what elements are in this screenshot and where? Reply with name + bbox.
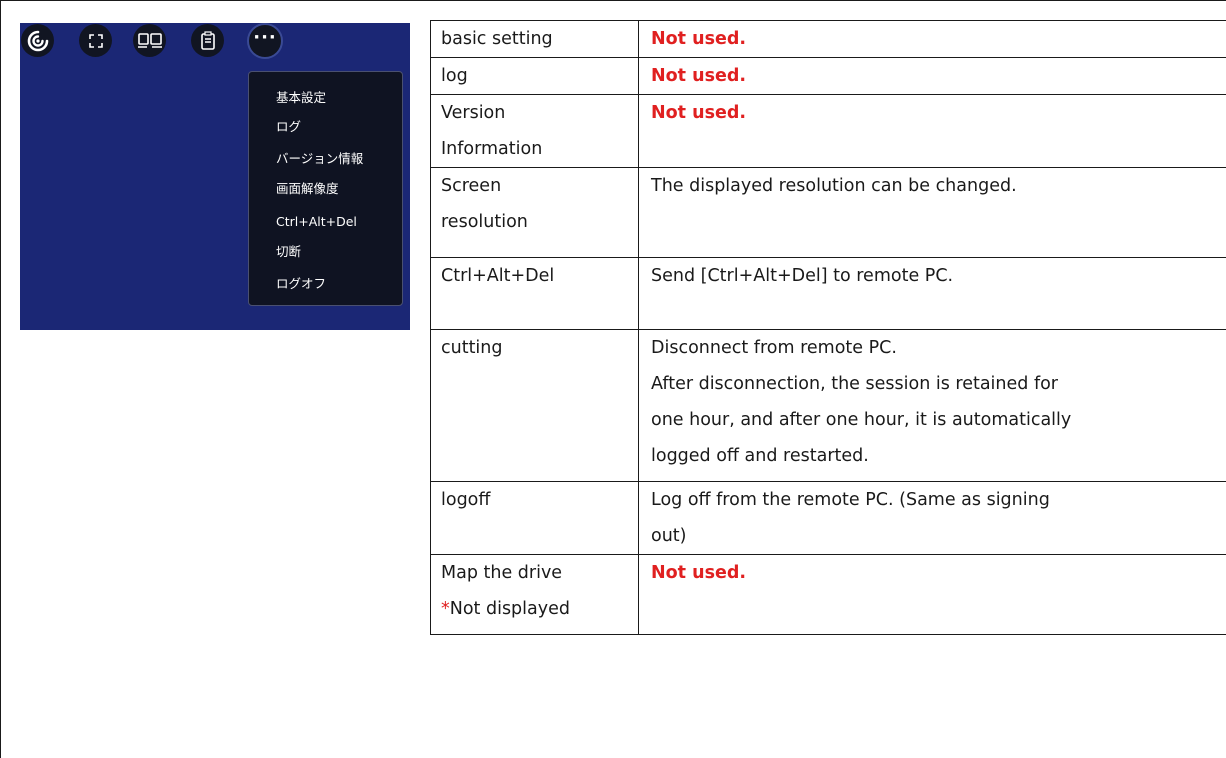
table-row: Screen resolution The displayed resolutio… — [430, 167, 1226, 258]
description-line: Log off from the remote PC. (Same as sig… — [651, 490, 1050, 510]
menu-item-disconnect[interactable]: 切断 — [276, 241, 301, 260]
clipboard-icon — [200, 30, 215, 50]
session-button[interactable] — [21, 24, 54, 57]
function-name-line: Screen — [441, 176, 502, 196]
clipboard-button[interactable] — [191, 24, 224, 57]
menu-item-ctrl-alt-del[interactable]: Ctrl+Alt+Del — [276, 214, 357, 229]
function-description: Disconnect from remote PC. After disconne… — [638, 329, 1226, 482]
not-used-label: Not used. — [651, 66, 747, 86]
note-text: Not displayed — [449, 599, 570, 619]
function-name: Screen resolution — [430, 167, 639, 258]
more-menu-button[interactable]: ··· — [247, 23, 283, 59]
more-icon: ··· — [253, 27, 277, 48]
table-row: logoff Log off from the remote PC. (Same… — [430, 481, 1226, 555]
description-line: Disconnect from remote PC. — [651, 338, 897, 358]
function-note: *Not displayed — [441, 591, 638, 627]
frame-top-line — [0, 0, 1226, 1]
remote-screen-screenshot: ··· 基本設定 ログ バージョン情報 画面解像度 Ctrl+Alt+Del 切… — [20, 23, 410, 330]
description-line: After disconnection, the session is reta… — [651, 374, 1059, 394]
display-button[interactable] — [133, 24, 166, 57]
menu-item-version-info[interactable]: バージョン情報 — [276, 148, 363, 167]
table-row: basic setting Not used. — [430, 20, 1226, 58]
fullscreen-icon — [88, 33, 103, 48]
function-name-line: resolution — [441, 212, 528, 232]
menu-item-screen-resolution[interactable]: 画面解像度 — [276, 178, 339, 197]
function-name: Map the drive *Not displayed — [430, 554, 639, 635]
function-name-line: Information — [441, 139, 543, 159]
fullscreen-button[interactable] — [79, 24, 112, 57]
session-icon — [27, 30, 48, 51]
description-line: one hour, and after one hour, it is auto… — [651, 410, 1072, 430]
menu-item-log[interactable]: ログ — [276, 116, 301, 135]
function-description: Not used. — [638, 94, 1226, 168]
table-row: cutting Disconnect from remote PC. After … — [430, 329, 1226, 482]
function-name-line: Map the drive — [441, 563, 563, 583]
table-row: Ctrl+Alt+Del Send [Ctrl+Alt+Del] to remo… — [430, 257, 1226, 330]
more-dropdown-menu: 基本設定 ログ バージョン情報 画面解像度 Ctrl+Alt+Del 切断 ログ… — [248, 71, 403, 306]
table-row: Map the drive *Not displayed Not used. — [430, 554, 1226, 635]
function-description: Log off from the remote PC. (Same as sig… — [638, 481, 1226, 555]
function-description: The displayed resolution can be changed. — [638, 167, 1226, 258]
function-description-table: basic setting Not used. log Not used. Ve… — [430, 20, 1226, 635]
function-name-line: Version — [441, 103, 506, 123]
description-line: logged off and restarted. — [651, 446, 869, 466]
menu-item-logoff[interactable]: ログオフ — [276, 273, 326, 292]
function-description: Not used. — [638, 554, 1226, 635]
function-name: basic setting — [430, 20, 639, 58]
function-description: Not used. — [638, 57, 1226, 95]
note-asterisk: * — [441, 599, 450, 619]
not-used-label: Not used. — [651, 563, 747, 583]
not-used-label: Not used. — [651, 29, 747, 49]
function-name: cutting — [430, 329, 639, 482]
function-name: logoff — [430, 481, 639, 555]
table-row: Version Information Not used. — [430, 94, 1226, 168]
function-name: Ctrl+Alt+Del — [430, 257, 639, 330]
function-name: Version Information — [430, 94, 639, 168]
menu-item-basic-settings[interactable]: 基本設定 — [276, 87, 326, 106]
function-name: log — [430, 57, 639, 95]
frame-left-line — [0, 0, 1, 758]
description-line: out) — [651, 526, 687, 546]
display-icon — [137, 32, 162, 48]
function-description: Not used. — [638, 20, 1226, 58]
table-row: log Not used. — [430, 57, 1226, 95]
function-description: Send [Ctrl+Alt+Del] to remote PC. — [638, 257, 1226, 330]
not-used-label: Not used. — [651, 103, 747, 123]
